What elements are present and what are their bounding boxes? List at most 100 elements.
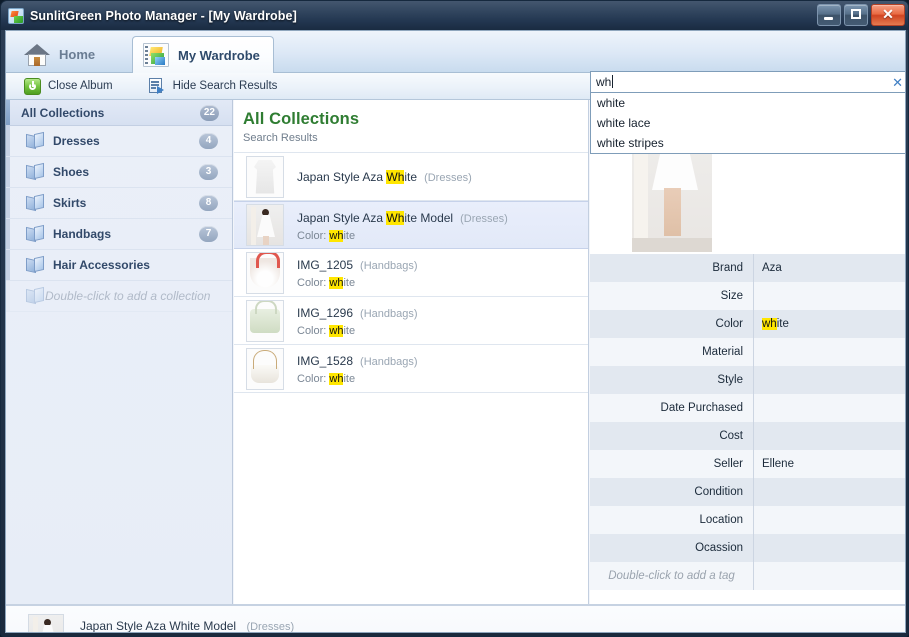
collection-icon: [26, 193, 45, 212]
maximize-icon: [851, 9, 861, 19]
maximize-button[interactable]: [844, 4, 868, 26]
search-results-icon: [148, 78, 166, 94]
sidebar-item-dresses[interactable]: Dresses 4: [6, 126, 232, 157]
property-key: Date Purchased: [660, 402, 743, 414]
result-thumbnail: [246, 155, 284, 198]
sidebar-item-count: 7: [199, 226, 218, 242]
sidebar-item-count: 3: [199, 164, 218, 180]
sidebar-item-label: Dresses: [53, 134, 100, 148]
sidebar-item-count: 4: [199, 133, 218, 149]
property-value[interactable]: [753, 534, 905, 562]
property-row-material[interactable]: Material: [590, 338, 905, 366]
search-input[interactable]: wh ✕: [590, 71, 905, 93]
property-value[interactable]: [753, 366, 905, 394]
result-row[interactable]: IMG_1528 (Handbags) Color: white: [234, 345, 588, 393]
clear-search-icon[interactable]: ✕: [892, 76, 903, 89]
tab-my-wardrobe[interactable]: My Wardrobe: [132, 36, 274, 73]
property-row-color[interactable]: Color wh ite: [590, 310, 905, 338]
property-value[interactable]: Aza: [753, 254, 905, 282]
power-icon: [24, 77, 41, 95]
property-value[interactable]: wh ite: [753, 310, 905, 338]
sidebar-item-label: Handbags: [53, 227, 112, 241]
result-category: (Handbags): [360, 308, 418, 320]
result-meta: Color: white: [297, 325, 356, 337]
window-title: SunlitGreen Photo Manager - [My Wardrobe…: [30, 8, 297, 23]
result-text: IMG_1205 (Handbags) Color: white: [297, 256, 418, 289]
property-row-size[interactable]: Size: [590, 282, 905, 310]
result-category: (Handbags): [360, 260, 418, 272]
album-icon: [143, 43, 169, 67]
result-row[interactable]: IMG_1205 (Handbags) Color: white: [234, 249, 588, 297]
collection-icon: [26, 286, 45, 305]
collection-icon: [26, 224, 45, 243]
property-row-seller[interactable]: Seller Ellene: [590, 450, 905, 478]
match-highlight: wh: [329, 277, 344, 289]
property-key: Material: [702, 346, 743, 358]
tab-my-wardrobe-label: My Wardrobe: [178, 47, 260, 63]
result-text: IMG_1528 (Handbags) Color: white: [297, 352, 418, 385]
property-value[interactable]: [753, 422, 905, 450]
collection-icon: [26, 255, 45, 274]
result-category: (Handbags): [360, 356, 418, 368]
property-row-cost[interactable]: Cost: [590, 422, 905, 450]
result-meta: Color: white: [297, 277, 356, 289]
sidebar-item-skirts[interactable]: Skirts 8: [6, 188, 232, 219]
sidebar-item-shoes[interactable]: Shoes 3: [6, 157, 232, 188]
property-row-brand[interactable]: Brand Aza: [590, 254, 905, 282]
minimize-button[interactable]: [817, 4, 841, 26]
suggestion-item[interactable]: white lace: [591, 113, 905, 133]
sidebar-item-handbags[interactable]: Handbags 7: [6, 219, 232, 250]
property-row-date-purchased[interactable]: Date Purchased: [590, 394, 905, 422]
tab-home[interactable]: Home: [14, 36, 126, 73]
client-area: Home My Wardrobe Close Album Hide Search…: [5, 30, 906, 633]
status-thumbnail: [28, 613, 64, 632]
property-key: Cost: [719, 430, 743, 442]
property-key: Brand: [712, 262, 743, 274]
property-value[interactable]: [753, 506, 905, 534]
sidebar-add-collection[interactable]: Double-click to add a collection: [6, 281, 232, 312]
result-category: (Dresses): [424, 171, 472, 184]
application-window: SunlitGreen Photo Manager - [My Wardrobe…: [0, 0, 909, 637]
sidebar-item-hair-accessories[interactable]: Hair Accessories: [6, 250, 232, 281]
result-meta: Color: white: [297, 373, 356, 385]
sidebar-add-collection-label: Double-click to add a collection: [45, 289, 211, 303]
add-tag-value: [753, 562, 905, 590]
result-name: IMG_1205 (Handbags): [297, 258, 418, 272]
result-thumbnail: [246, 347, 284, 390]
hide-search-results-button[interactable]: Hide Search Results: [141, 75, 286, 97]
close-album-label: Close Album: [48, 80, 113, 92]
result-row[interactable]: Japan Style Aza White (Dresses): [234, 153, 588, 201]
property-key: Seller: [713, 458, 743, 470]
hide-search-results-label: Hide Search Results: [172, 80, 278, 92]
title-bar: SunlitGreen Photo Manager - [My Wardrobe…: [1, 1, 908, 30]
property-value[interactable]: Ellene: [753, 450, 905, 478]
property-value[interactable]: [753, 282, 905, 310]
property-row-condition[interactable]: Condition: [590, 478, 905, 506]
sidebar-item-label: All Collections: [21, 105, 105, 120]
suggestion-item[interactable]: white stripes: [591, 133, 905, 153]
sidebar-item-all-collections[interactable]: All Collections 22: [6, 100, 232, 126]
result-row[interactable]: Japan Style Aza White Model (Dresses) Col…: [234, 201, 588, 249]
results-title: All Collections: [243, 110, 360, 128]
result-row[interactable]: IMG_1296 (Handbags) Color: white: [234, 297, 588, 345]
property-row-location[interactable]: Location: [590, 506, 905, 534]
property-value[interactable]: [753, 478, 905, 506]
home-icon: [24, 43, 50, 67]
minimize-icon: [824, 17, 833, 20]
search-input-text[interactable]: wh: [596, 75, 892, 89]
property-row-ocassion[interactable]: Ocassion: [590, 534, 905, 562]
property-value[interactable]: [753, 338, 905, 366]
details-panel: Brand Aza Size Color wh ite Material Styl…: [590, 100, 905, 604]
property-row-style[interactable]: Style: [590, 366, 905, 394]
close-button[interactable]: ✕: [871, 4, 905, 26]
search-area: wh ✕ white white lace white stripes: [590, 71, 905, 154]
close-album-button[interactable]: Close Album: [16, 75, 121, 97]
property-value[interactable]: [753, 394, 905, 422]
collection-icon: [26, 162, 45, 181]
property-add-tag[interactable]: Double-click to add a tag: [590, 562, 905, 590]
suggestion-item[interactable]: white: [591, 93, 905, 113]
sidebar-item-label: Skirts: [53, 196, 87, 210]
match-highlight: wh: [329, 373, 344, 385]
result-text: Japan Style Aza White Model (Dresses) Col…: [297, 209, 508, 242]
property-key: Ocassion: [695, 542, 743, 554]
